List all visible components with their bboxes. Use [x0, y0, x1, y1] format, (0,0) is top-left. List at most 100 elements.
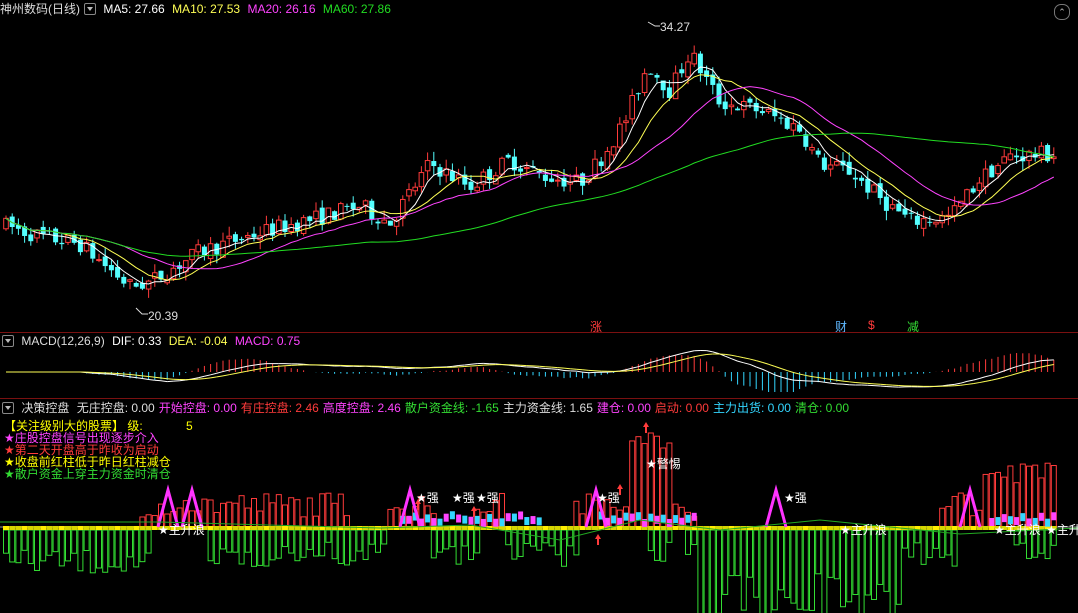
main-fund-bar: [226, 501, 233, 528]
level-marker: [964, 526, 970, 530]
main-fund-bar: [145, 514, 152, 528]
annotation-caution: ★警惕: [646, 457, 681, 471]
retail-fund-bar: [127, 529, 133, 558]
dea-line: [557, 367, 565, 369]
retail-fund-bar: [548, 529, 555, 547]
main-fund-bar: [244, 507, 251, 528]
candlestick-chart[interactable]: [0, 0, 1078, 332]
candle-body: [449, 171, 455, 182]
dif-line: [712, 351, 720, 355]
dif-line: [129, 376, 137, 379]
retail-fund-bar: [933, 529, 939, 549]
dif-line: [638, 364, 645, 368]
candle-body: [549, 178, 555, 182]
dea-line: [805, 374, 813, 378]
retail-fund-bar: [740, 529, 747, 611]
dea-line: [793, 371, 800, 375]
retail-fund-bar: [505, 529, 512, 546]
signal-spike: [764, 484, 788, 528]
dea-line: [687, 356, 695, 359]
control-bar: [462, 515, 468, 524]
retail-fund-bar: [914, 529, 921, 544]
retail-fund-bar: [9, 529, 16, 563]
dea-line: [966, 383, 974, 385]
dea-line: [756, 360, 763, 363]
retail-fund-bar: [883, 529, 890, 592]
retail-fund-bar: [573, 529, 580, 556]
dea-line: [241, 370, 248, 373]
dif-line: [229, 368, 236, 371]
level-marker: [387, 526, 394, 530]
level-marker: [120, 526, 127, 530]
level-marker: [697, 526, 704, 530]
candle-body: [759, 111, 765, 114]
level-marker: [505, 526, 512, 530]
dea-line: [985, 379, 992, 382]
retail-fund-bar: [654, 529, 660, 561]
dea-line: [824, 377, 831, 380]
dif-line: [390, 367, 397, 369]
candle-body: [927, 221, 933, 223]
main-fund-bar: [213, 511, 220, 528]
retail-fund-bar: [337, 529, 344, 565]
level-marker: [399, 526, 406, 530]
level-marker: [914, 526, 921, 530]
indicator-item: 建仓: 0.00: [596, 401, 651, 415]
retail-fund-bar: [858, 529, 865, 613]
main-fund-bar: [288, 497, 295, 528]
control-bar: [468, 516, 474, 525]
dif-line: [954, 382, 961, 385]
retail-fund-bar: [449, 529, 456, 548]
level-marker: [616, 526, 623, 530]
dif-line: [501, 363, 509, 366]
macd-title: MACD(12,26,9): [21, 334, 105, 348]
main-fund-bar: [486, 511, 493, 528]
indicator-header: 决策控盘 无庄控盘: 0.00 开始控盘: 0.00 有庄控盘: 2.46 高度控盘:…: [0, 401, 853, 416]
dea-line: [836, 379, 844, 382]
main-fund-bar: [976, 509, 983, 528]
candle-body: [412, 186, 418, 192]
retail-fund-bar: [709, 529, 716, 613]
candle-body: [65, 234, 71, 243]
candle-body: [976, 182, 983, 191]
level-marker: [585, 526, 592, 530]
indicator-item: 主力资金线: 1.65: [502, 401, 593, 415]
dea-line: [818, 377, 825, 379]
main-fund-bar: [573, 500, 580, 528]
control-bar: [418, 518, 424, 527]
level-marker: [703, 526, 710, 530]
level-marker: [306, 526, 313, 530]
indicator-item: 主力出货: 0.00: [712, 401, 791, 415]
retail-fund-bar: [523, 529, 530, 544]
level-marker: [499, 526, 505, 530]
dea-line: [1047, 363, 1054, 367]
control-bar: [673, 515, 679, 524]
retail-fund-bar: [778, 529, 784, 591]
main-fund-bar: [579, 513, 586, 528]
level-marker: [567, 526, 574, 530]
main-fund-bar: [647, 432, 654, 528]
level-marker: [151, 526, 158, 530]
dif-line: [1004, 368, 1011, 372]
dif-line: [737, 360, 744, 364]
level-marker: [629, 526, 636, 530]
dif-line: [942, 384, 949, 387]
candle-body: [96, 259, 102, 262]
dea-line: [681, 357, 689, 361]
retail-fund-bar: [920, 529, 927, 565]
chevron-down-icon[interactable]: [2, 401, 14, 414]
low-pointer: [135, 307, 148, 315]
dif-line: [452, 365, 459, 367]
chevron-down-icon[interactable]: [2, 334, 14, 347]
candle-body: [722, 101, 728, 110]
candle-body: [852, 177, 858, 180]
dea-line: [997, 376, 1005, 380]
level-marker: [523, 526, 530, 530]
event-mark-dividend[interactable]: $: [868, 318, 875, 332]
level-marker: [678, 526, 685, 530]
retail-fund-bar: [895, 529, 902, 605]
candle-body: [59, 242, 65, 245]
candle-body: [381, 219, 387, 224]
dif-line: [495, 363, 503, 365]
level-marker: [517, 526, 524, 530]
